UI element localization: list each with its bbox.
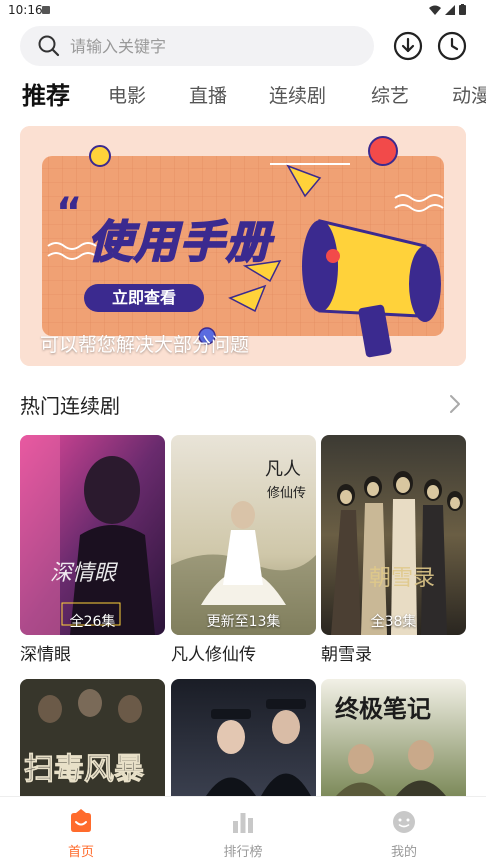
search-input[interactable] <box>70 26 360 66</box>
home-icon <box>71 809 91 832</box>
status-bar: 10:16 <box>0 0 486 20</box>
banner-title: 使用手册 <box>87 216 272 269</box>
battery-icon <box>459 4 466 15</box>
poster-card[interactable]: 朝雪录 全38集 <box>321 435 466 635</box>
sim-icon <box>42 6 50 14</box>
poster-image: 朝雪录 <box>321 435 466 635</box>
wifi-icon <box>429 5 441 15</box>
nav-profile[interactable]: 我的 <box>354 797 454 864</box>
banner-button[interactable]: 立即查看 <box>84 284 204 312</box>
signal-icon <box>445 4 455 15</box>
tab-recommend[interactable]: 推荐 <box>22 78 70 114</box>
poster-card[interactable]: 扫毒风暴 <box>20 679 165 796</box>
download-icon[interactable] <box>393 31 423 61</box>
episode-badge: 全26集 <box>69 614 116 630</box>
svg-text:深情眼: 深情眼 <box>50 561 119 586</box>
nav-home[interactable]: 首页 <box>31 797 131 864</box>
svg-text:终极笔记: 终极笔记 <box>335 694 431 723</box>
svg-text:朝雪录: 朝雪录 <box>369 566 435 591</box>
poster-card[interactable]: 深情眼 全26集 <box>20 435 165 635</box>
chevron-right-icon[interactable] <box>447 393 463 415</box>
tab-series[interactable]: 连续剧 <box>269 78 326 114</box>
poster-card[interactable] <box>171 679 316 796</box>
category-tabs: 推荐 电影 直播 连续剧 综艺 动漫 <box>0 78 486 114</box>
poster-image: 凡人 修仙传 <box>171 435 316 635</box>
svg-text:扫毒风暴: 扫毒风暴 <box>24 752 145 787</box>
poster-image: 扫毒风暴 <box>20 679 165 796</box>
tab-variety[interactable]: 综艺 <box>371 78 409 114</box>
poster-image: 终极笔记 <box>321 679 466 796</box>
svg-text:凡人: 凡人 <box>265 459 301 480</box>
nav-ranking[interactable]: 排行榜 <box>193 797 293 864</box>
show-title[interactable]: 凡人修仙传 <box>171 640 256 665</box>
episode-badge: 全38集 <box>370 614 417 630</box>
profile-icon <box>393 811 415 833</box>
poster-image: 深情眼 <box>20 435 165 635</box>
nav-label: 排行榜 <box>223 845 263 860</box>
tab-movie[interactable]: 电影 <box>108 78 146 114</box>
banner-caption: 可以帮您解决大部分问题 <box>40 334 250 356</box>
history-icon[interactable] <box>437 31 467 61</box>
search-icon <box>38 35 60 57</box>
tab-anime[interactable]: 动漫 <box>452 78 486 114</box>
show-title[interactable]: 深情眼 <box>20 640 71 665</box>
section-title: 热门连续剧 <box>20 394 120 418</box>
poster-card[interactable]: 凡人 修仙传 更新至13集 <box>171 435 316 635</box>
status-icons <box>429 4 466 15</box>
nav-label: 我的 <box>390 845 417 860</box>
svg-text:“: “ <box>56 190 82 236</box>
show-title[interactable]: 朝雪录 <box>321 640 372 665</box>
episode-badge: 更新至13集 <box>206 614 281 630</box>
svg-text:修仙传: 修仙传 <box>267 486 306 501</box>
status-time: 10:16 <box>8 3 43 17</box>
nav-label: 首页 <box>67 845 94 860</box>
promo-banner[interactable]: “ 使用手册 立即查看 可以帮您解决大部分问题 <box>20 126 466 366</box>
poster-image <box>171 679 316 796</box>
search-bar[interactable] <box>20 26 374 66</box>
ranking-icon <box>233 813 253 833</box>
bottom-navigation: 首页 排行榜 我的 <box>0 796 486 864</box>
poster-card[interactable]: 终极笔记 <box>321 679 466 796</box>
tab-live[interactable]: 直播 <box>189 78 227 114</box>
